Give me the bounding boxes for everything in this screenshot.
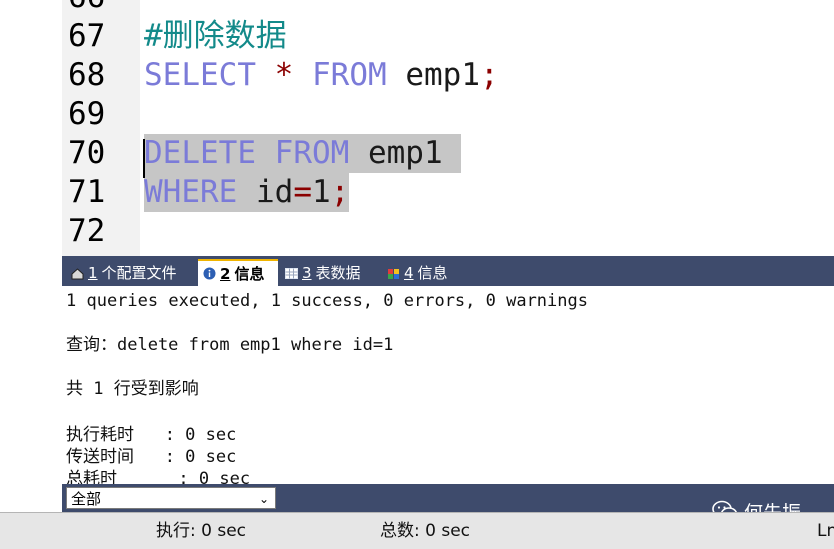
output-line: 传送时间 : 0 sec [66, 447, 237, 467]
line-number: 67 [68, 18, 106, 54]
line-number: 66 [68, 0, 105, 17]
tab-label: 个配置文件 [101, 264, 177, 282]
line-number: 70 [68, 135, 106, 171]
code-token: emp1 [405, 57, 480, 93]
code-token: ; [479, 57, 499, 93]
code-token: = [293, 174, 312, 210]
status-exec-time: 执行: 0 sec [156, 521, 247, 541]
output-line: 执行耗时 : 0 sec [66, 425, 237, 445]
tab-label: 信息 [417, 264, 448, 282]
output-line: 共 1 行受到影响 [66, 379, 199, 399]
tab-number: 2 [220, 265, 231, 283]
table-icon [285, 268, 298, 279]
code-token: SELECT [144, 57, 256, 93]
code-token: FROM [274, 135, 350, 171]
sql-editor[interactable]: 6667 #删除数据 68 SELECT * FROM emp1; 6970 DELETE… [62, 0, 834, 256]
editor-line[interactable]: 67 #删除数据 [62, 17, 834, 56]
text-caret [143, 139, 145, 178]
status-line-indicator: Ln [817, 521, 834, 541]
messages-output[interactable]: 1 queries executed, 1 success, 0 errors,… [62, 286, 834, 484]
status-total-time: 总数: 0 sec [380, 521, 471, 541]
editor-line[interactable]: 66 [62, 0, 834, 17]
tab-table-data[interactable]: 3 表数据 [280, 261, 392, 286]
status-bar: 执行: 0 sec 总数: 0 sec Ln [0, 512, 834, 549]
editor-line[interactable]: 72 [62, 212, 834, 251]
editor-line[interactable]: 70 DELETE FROM emp1 [62, 134, 834, 173]
tab-profiles[interactable]: 1 个配置文件 [66, 261, 206, 286]
tab-messages[interactable]: 2 信息 [198, 259, 278, 288]
code-text: SELECT * FROM emp1; [144, 56, 499, 95]
tab-info[interactable]: 4 信息 [382, 261, 484, 286]
output-line: 总耗时 : 0 sec [66, 469, 251, 484]
output-line: 查询：delete from emp1 where id=1 [66, 335, 394, 355]
line-number: 68 [68, 57, 106, 93]
tab-label: 信息 [234, 265, 265, 283]
editor-line[interactable]: 68 SELECT * FROM emp1; [62, 56, 834, 95]
tab-number: 1 [88, 264, 98, 282]
tab-label: 表数据 [315, 264, 361, 282]
tab-number: 3 [302, 264, 312, 282]
line-number: 71 [68, 174, 106, 210]
code-token: DELETE [144, 135, 256, 171]
code-text: DELETE FROM emp1 [144, 134, 462, 173]
code-token: * [274, 57, 294, 93]
info-icon [203, 267, 216, 280]
message-filter-select[interactable]: 全部 ⌄ [66, 487, 276, 509]
chevron-down-icon: ⌄ [258, 492, 269, 506]
code-token: ; [330, 174, 350, 210]
code-text: WHERE id=1; [144, 173, 350, 212]
code-token: 1 [312, 174, 331, 210]
line-number: 72 [68, 213, 106, 249]
editor-line[interactable]: 69 [62, 95, 834, 134]
code-text: #删除数据 [144, 17, 287, 56]
editor-line[interactable]: 71 WHERE id=1; [62, 173, 834, 212]
filter-selected-value: 全部 [71, 490, 102, 508]
code-token: id [256, 174, 294, 210]
result-tab-bar: 1 个配置文件 2 信息 3 表数据 4 信息 [62, 256, 834, 288]
profile-icon [71, 268, 84, 280]
info-multi-icon [388, 269, 399, 279]
line-number: 69 [68, 96, 106, 132]
code-token: #删除数据 [144, 18, 287, 54]
left-panel-strip [0, 0, 64, 512]
code-token: FROM [312, 57, 387, 93]
tab-number: 4 [404, 264, 414, 282]
output-line: 1 queries executed, 1 success, 0 errors,… [66, 291, 588, 311]
code-token: emp1 [367, 135, 443, 171]
code-token: WHERE [144, 174, 238, 210]
